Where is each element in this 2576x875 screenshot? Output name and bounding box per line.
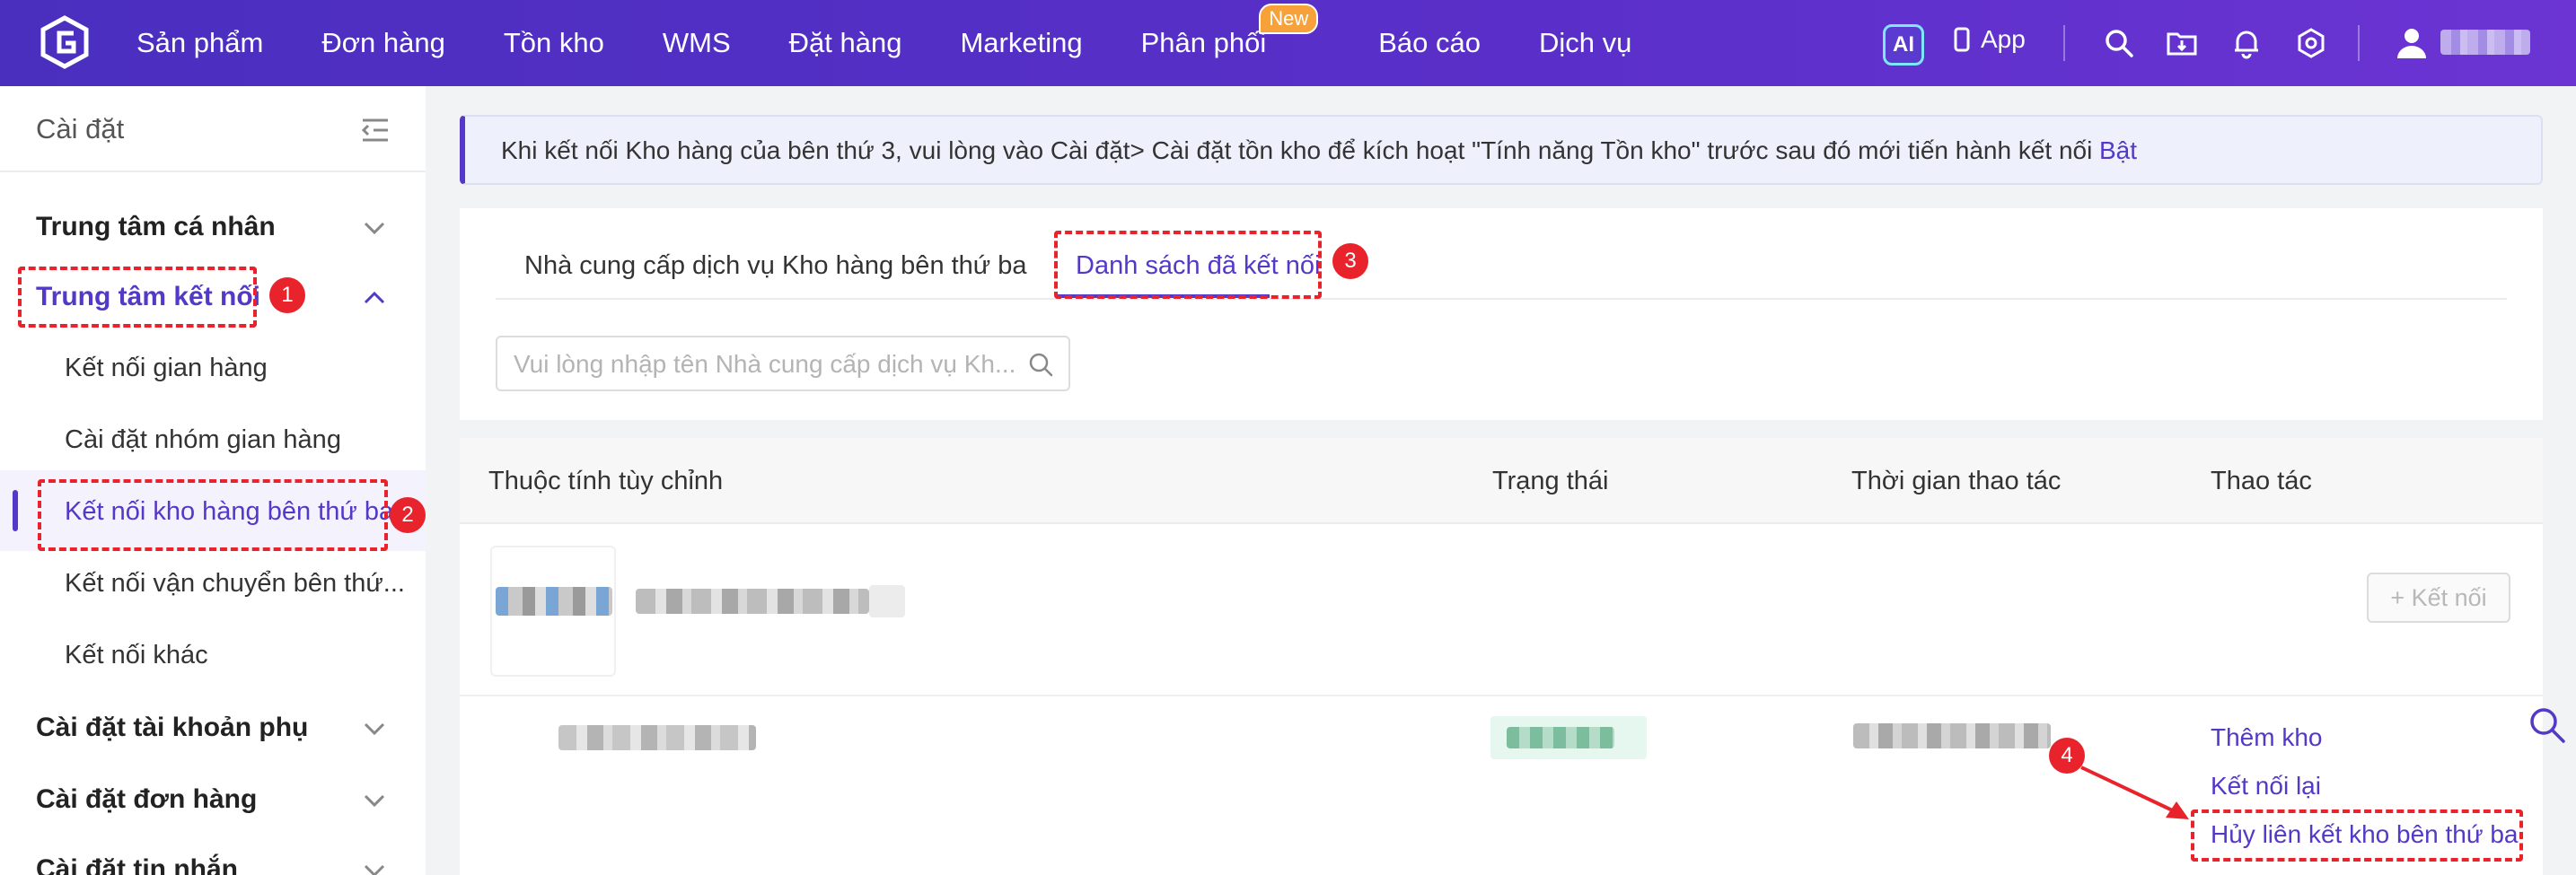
provider-logo-pixelated xyxy=(496,587,612,616)
search-icon[interactable] xyxy=(2103,27,2135,59)
floating-search-icon[interactable] xyxy=(2528,705,2567,745)
sidebar-group-personal-center[interactable]: Trung tâm cá nhân xyxy=(36,212,276,242)
add-warehouse-link[interactable]: Thêm kho xyxy=(2211,723,2323,752)
nav-services[interactable]: Dịch vụ xyxy=(1539,27,1631,59)
provider-extra-blurred xyxy=(869,585,905,617)
column-header-custom-attribute: Thuộc tính tùy chỉnh xyxy=(488,467,724,495)
chevron-down-icon[interactable] xyxy=(363,863,386,875)
nav-products[interactable]: Sản phẩm xyxy=(136,27,263,59)
ai-button[interactable]: AI xyxy=(1883,24,1924,66)
app-button-label: App xyxy=(1981,25,2026,53)
warehouse-name-blurred xyxy=(558,725,756,750)
folder-download-icon[interactable] xyxy=(2166,27,2198,59)
nav-distribution-label: Phân phối xyxy=(1140,27,1267,58)
nav-orders[interactable]: Đơn hàng xyxy=(321,27,445,59)
chevron-up-icon[interactable] xyxy=(363,291,386,305)
active-item-indicator xyxy=(13,490,18,531)
annotation-box-4 xyxy=(2191,809,2523,862)
provider-name-blurred xyxy=(636,589,869,614)
annotation-box-1 xyxy=(18,267,257,328)
provider-search-field[interactable] xyxy=(496,336,1070,391)
annotation-box-2 xyxy=(38,479,388,551)
sidebar-item-third-party-shipping[interactable]: Kết nối vận chuyển bên thứ... xyxy=(65,569,405,599)
gear-icon[interactable] xyxy=(2295,27,2327,59)
annotation-number-1: 1 xyxy=(269,277,305,313)
sidebar-group-message-settings[interactable]: Cài đặt tin nhắn xyxy=(36,854,238,875)
divider xyxy=(2358,25,2360,61)
tab-warehouse-providers[interactable]: Nhà cung cấp dịch vụ Kho hàng bên thứ ba xyxy=(524,251,1027,281)
chevron-down-icon[interactable] xyxy=(363,793,386,808)
operation-time-blurred xyxy=(1853,723,2051,748)
table-header: Thuộc tính tùy chỉnh Trạng thái Thời gia… xyxy=(460,438,2543,524)
bell-icon[interactable] xyxy=(2230,27,2263,59)
nav-inventory[interactable]: Tồn kho xyxy=(504,27,604,59)
main-nav: Sản phẩm Đơn hàng Tồn kho WMS Đặt hàng M… xyxy=(136,0,1690,86)
annotation-number-2: 2 xyxy=(390,497,426,533)
notice-text: Khi kết nối Kho hàng của bên thứ 3, vui … xyxy=(501,136,2093,164)
column-header-operation-time: Thời gian thao tác xyxy=(1851,467,2062,495)
mobile-phone-icon xyxy=(1954,27,1970,52)
column-header-actions: Thao tác xyxy=(2211,467,2312,495)
divider xyxy=(2063,25,2065,61)
nav-distribution[interactable]: Phân phối New xyxy=(1140,4,1319,59)
app-button[interactable]: App xyxy=(1954,25,2026,54)
search-input[interactable] xyxy=(514,348,1016,381)
connect-button[interactable]: + Kết nối xyxy=(2367,573,2510,623)
nav-reports[interactable]: Báo cáo xyxy=(1378,27,1481,59)
sidebar-item-other-connections[interactable]: Kết nối khác xyxy=(65,641,208,670)
sidebar-item-store-group-settings[interactable]: Cài đặt nhóm gian hàng xyxy=(65,425,341,455)
user-icon[interactable] xyxy=(2394,24,2430,60)
user-name-blurred[interactable] xyxy=(2440,30,2530,55)
sidebar-group-sub-accounts[interactable]: Cài đặt tài khoản phụ xyxy=(36,713,308,743)
nav-marketing[interactable]: Marketing xyxy=(960,27,1082,59)
provider-row: + Kết nối xyxy=(460,526,2543,696)
new-badge: New xyxy=(1259,4,1319,34)
top-navigation-bar: Sản phẩm Đơn hàng Tồn kho WMS Đặt hàng M… xyxy=(0,0,2576,86)
search-icon[interactable] xyxy=(1027,351,1054,378)
nav-purchase[interactable]: Đặt hàng xyxy=(789,27,902,59)
chevron-down-icon[interactable] xyxy=(363,722,386,736)
annotation-arrow xyxy=(2080,766,2189,819)
reconnect-link[interactable]: Kết nối lại xyxy=(2211,772,2321,801)
app-logo-icon[interactable] xyxy=(38,15,92,69)
status-text-blurred xyxy=(1507,727,1614,748)
enable-link[interactable]: Bật xyxy=(2099,136,2137,165)
tabs-card: Nhà cung cấp dịch vụ Kho hàng bên thứ ba… xyxy=(460,208,2543,420)
sidebar-item-store-connection[interactable]: Kết nối gian hàng xyxy=(65,354,268,383)
annotation-box-3 xyxy=(1054,231,1322,299)
chevron-down-icon[interactable] xyxy=(363,221,386,235)
inventory-notice-banner: Khi kết nối Kho hàng của bên thứ 3, vui … xyxy=(460,115,2543,185)
nav-wms[interactable]: WMS xyxy=(663,27,731,59)
tabs-divider xyxy=(496,298,2507,300)
sidebar-group-order-settings[interactable]: Cài đặt đơn hàng xyxy=(36,784,257,815)
sidebar-header: Cài đặt xyxy=(0,86,426,172)
sidebar-title: Cài đặt xyxy=(36,113,125,144)
column-header-status: Trạng thái xyxy=(1492,467,1609,495)
annotation-number-3: 3 xyxy=(1332,243,1368,279)
collapse-sidebar-icon[interactable] xyxy=(361,117,390,144)
